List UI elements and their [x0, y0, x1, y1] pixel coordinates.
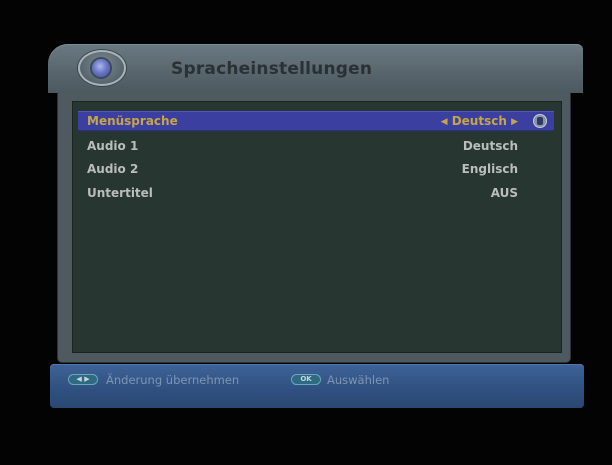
setting-label: Audio 1 [87, 139, 139, 153]
setting-row-menusprache[interactable]: Menüsprache ◀ Deutsch ▶ [78, 111, 554, 131]
arrow-left-icon[interactable]: ◀ [441, 117, 448, 127]
setting-row-audio-1[interactable]: Audio 1 Deutsch [78, 136, 554, 156]
ok-key-icon: OK [291, 374, 321, 385]
page-title: Spracheinstellungen [171, 59, 373, 79]
setting-label: Untertitel [87, 186, 153, 200]
setting-row-audio-2[interactable]: Audio 2 Englisch [78, 159, 554, 179]
change-hint-text: Änderung übernehmen [106, 373, 240, 387]
left-right-key-icon: ◀ ▶ [68, 374, 98, 385]
settings-disc-icon [78, 50, 126, 86]
setting-value: AUS [490, 186, 518, 200]
arrow-right-icon[interactable]: ▶ [511, 117, 518, 127]
setting-value: Deutsch [462, 139, 518, 153]
select-hint-text: Auswählen [327, 373, 390, 387]
setting-value: Deutsch [451, 114, 507, 128]
disc-center-icon [92, 59, 110, 77]
setting-value-selector[interactable]: ◀ Deutsch ▶ [441, 114, 518, 128]
lock-icon [533, 114, 547, 128]
setting-label: Audio 2 [87, 162, 139, 176]
tv-screen: Spracheinstellungen Menüsprache ◀ Deutsc… [0, 0, 612, 465]
setting-label: Menüsprache [87, 114, 178, 128]
setting-value: Englisch [461, 162, 518, 176]
setting-row-untertitel[interactable]: Untertitel AUS [78, 183, 554, 203]
